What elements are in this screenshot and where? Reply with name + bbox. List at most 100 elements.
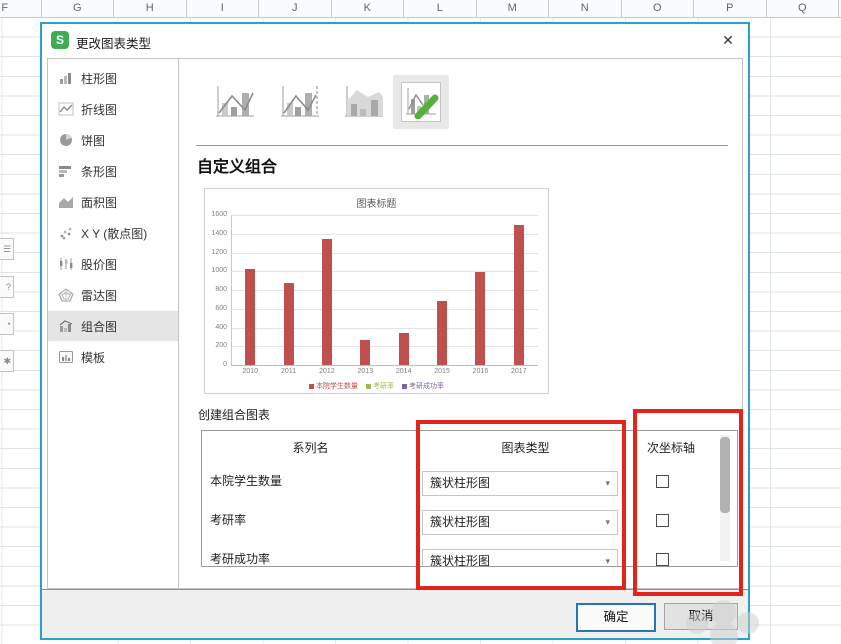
column-header[interactable]: J — [259, 0, 332, 17]
sidebar-item-pie[interactable]: 饼图 — [48, 125, 178, 155]
chart-gridline — [231, 346, 538, 347]
chart-bar — [284, 283, 294, 365]
chart-title: 图表标题 — [205, 195, 548, 210]
sidebar-item-stock[interactable]: 股价图 — [48, 249, 178, 279]
section-heading: 自定义组合 — [197, 153, 277, 177]
sidebar-item-column[interactable]: 柱形图 — [48, 63, 178, 93]
sidebar-item-label: 股价图 — [81, 256, 117, 273]
legend-item: 考研成功率 — [402, 381, 444, 391]
x-axis-tick-label: 2010 — [235, 368, 265, 375]
y-axis-tick-label: 0 — [205, 361, 227, 368]
chart-bar — [360, 340, 370, 365]
cancel-button[interactable]: 取消 — [664, 603, 738, 630]
list-tool-fragment-icon[interactable]: ☰ — [0, 238, 14, 260]
area-chart-icon — [58, 195, 74, 209]
y-axis-tick-label: 1200 — [205, 249, 227, 256]
y-axis-tick-label: 600 — [205, 305, 227, 312]
subtype-clustered-column-line-icon[interactable] — [210, 81, 258, 123]
annotation-chart-type-column — [416, 420, 626, 590]
chart-gridline — [231, 290, 538, 291]
sidebar-item-combo[interactable]: 组合图 — [48, 311, 178, 341]
dialog-title: 更改图表类型 — [76, 33, 151, 52]
sidebar-item-label: 折线图 — [81, 101, 117, 118]
help-tool-fragment-icon[interactable]: ? — [0, 276, 14, 298]
x-axis-tick-label: 2014 — [389, 368, 419, 375]
chart-bar — [399, 333, 409, 365]
sidebar-item-line[interactable]: 折线图 — [48, 94, 178, 124]
y-axis-tick-label: 200 — [205, 342, 227, 349]
legend-swatch — [309, 384, 314, 389]
subtype-clustered-column-line-secondary-icon[interactable] — [275, 81, 323, 123]
legend-item: 考研率 — [366, 381, 394, 391]
y-axis-tick-label: 1000 — [205, 267, 227, 274]
header-series-name: 系列名 — [202, 431, 419, 462]
column-header[interactable]: H — [114, 0, 187, 17]
series-name: 本院学生数量 — [210, 462, 282, 501]
sidebar-item-radar[interactable]: 雷达图 — [48, 280, 178, 310]
chart-preview: 图表标题 02004006008001000120014001600201020… — [204, 188, 549, 394]
y-axis-tick-label: 1600 — [205, 211, 227, 218]
subtype-custom-combination-inner — [401, 82, 441, 122]
ok-button[interactable]: 确定 — [576, 603, 656, 632]
chart-legend: 本院学生数量 考研率考研成功率 — [205, 381, 548, 391]
sidebar-item-scatter[interactable]: X Y (散点图) — [48, 218, 178, 248]
column-header[interactable]: G — [42, 0, 115, 17]
sidebar-item-bar[interactable]: 条形图 — [48, 156, 178, 186]
chart-bar — [245, 269, 255, 365]
column-header[interactable]: M — [477, 0, 550, 17]
legend-swatch — [366, 384, 371, 389]
chart-bar — [475, 272, 485, 365]
column-header[interactable]: N — [549, 0, 622, 17]
column-header[interactable]: P — [694, 0, 767, 17]
subtype-stacked-area-column-icon[interactable] — [339, 81, 387, 123]
wps-logo-icon: S — [51, 31, 69, 49]
legend-label: 本院学生数量 — [316, 381, 358, 391]
sidebar-item-label: 模板 — [81, 349, 105, 366]
y-axis-tick-label: 800 — [205, 286, 227, 293]
x-axis-tick-label: 2016 — [465, 368, 495, 375]
create-combo-label: 创建组合图表 — [198, 406, 270, 423]
chart-tool-fragment-icon[interactable]: ◔ — [0, 313, 14, 335]
chart-gridline — [231, 271, 538, 272]
chart-gridline — [231, 215, 538, 216]
subtype-row — [180, 59, 742, 145]
section-divider — [196, 145, 728, 146]
scatter-chart-icon — [58, 226, 74, 240]
chart-bar — [514, 225, 524, 365]
series-name: 考研率 — [210, 501, 246, 540]
sidebar-item-template[interactable]: 模板 — [48, 342, 178, 372]
legend-item: 本院学生数量 — [309, 381, 358, 391]
close-icon[interactable]: ✕ — [716, 28, 740, 52]
column-chart-icon — [58, 71, 74, 85]
column-header[interactable]: I — [187, 0, 260, 17]
column-header[interactable]: F — [0, 0, 42, 17]
line-chart-icon — [58, 102, 74, 116]
spreadsheet-column-headers: F G H I J K L M N O P Q — [0, 0, 841, 18]
chart-type-sidebar: 柱形图 折线图 饼图 条形图 面积图 X Y (散点图) — [48, 59, 179, 588]
chart-bar — [322, 239, 332, 365]
column-header[interactable]: L — [404, 0, 477, 17]
legend-label: 考研率 — [373, 381, 394, 391]
sidebar-item-label: X Y (散点图) — [81, 225, 147, 242]
y-axis-tick-label: 1400 — [205, 230, 227, 237]
x-axis-tick-label: 2011 — [274, 368, 304, 375]
subtype-custom-combination-icon[interactable] — [393, 75, 449, 129]
column-header[interactable]: Q — [767, 0, 840, 17]
bar-chart-icon — [58, 164, 74, 178]
x-axis-tick-label: 2015 — [427, 368, 457, 375]
radar-chart-icon — [58, 288, 74, 302]
column-header[interactable]: K — [332, 0, 405, 17]
sidebar-item-label: 饼图 — [81, 132, 105, 149]
dialog-titlebar: S 更改图表类型 ✕ — [42, 24, 748, 60]
settings-tool-fragment-icon[interactable]: ✱ — [0, 350, 14, 372]
column-header[interactable]: O — [622, 0, 695, 17]
template-icon — [58, 350, 74, 364]
sidebar-item-area[interactable]: 面积图 — [48, 187, 178, 217]
chart-gridline — [231, 234, 538, 235]
pie-chart-icon — [58, 133, 74, 147]
x-axis-tick-label: 2017 — [504, 368, 534, 375]
stock-chart-icon — [58, 257, 74, 271]
series-name: 考研成功率 — [210, 540, 270, 567]
sidebar-item-label: 组合图 — [81, 318, 117, 335]
x-axis-tick-label: 2012 — [312, 368, 342, 375]
